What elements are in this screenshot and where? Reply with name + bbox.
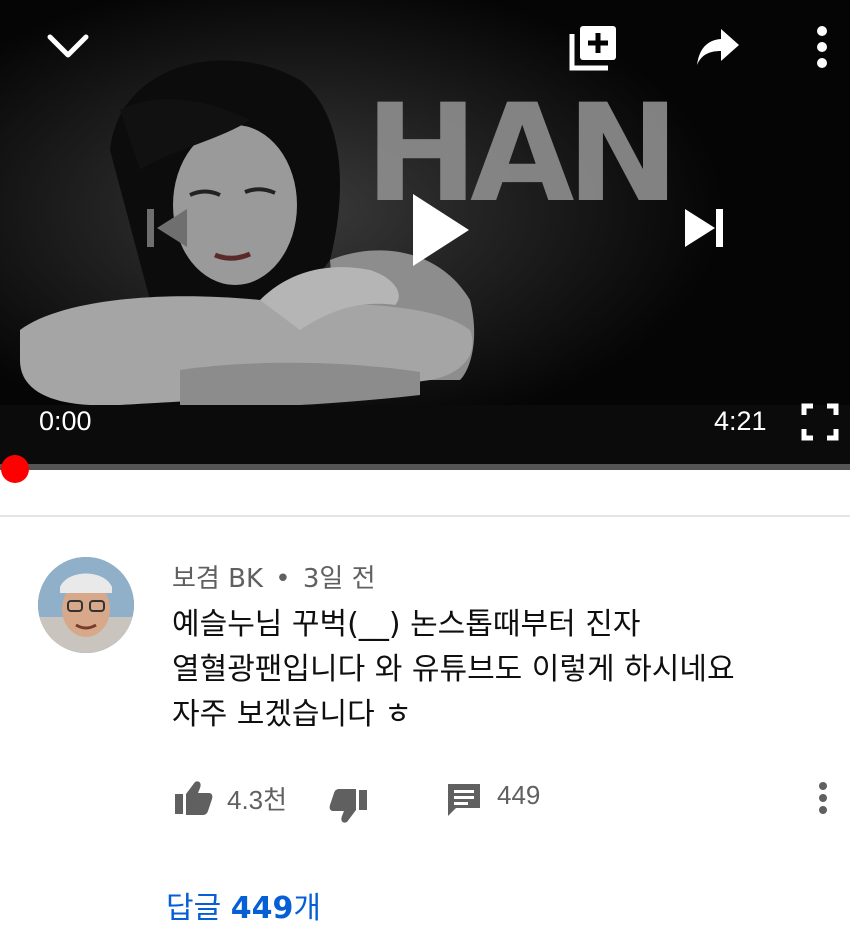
avatar[interactable] (38, 557, 134, 653)
thumbs-up-icon (175, 781, 213, 815)
comment-actions: 4.3천 449 (0, 768, 850, 828)
divider (0, 515, 850, 517)
reply-count: 449 (497, 780, 541, 810)
duration: 4:21 (714, 406, 767, 436)
comment-line: 자주 보겠습니다 ㅎ (172, 697, 412, 732)
thumbs-down-icon (329, 789, 367, 823)
next-button[interactable] (674, 200, 734, 256)
current-time: 0:00 (39, 406, 92, 436)
dislike-button[interactable] (326, 784, 372, 828)
replies-prefix: 답글 (166, 891, 231, 926)
comment-line: 열혈광팬입니다 와 유튜브도 이렇게 하시네요 (172, 652, 735, 687)
more-options-button[interactable] (806, 22, 838, 72)
view-replies-link[interactable]: 답글 449개 (166, 883, 321, 927)
like-count: 4.3천 (227, 785, 288, 815)
skip-previous-icon (147, 209, 187, 247)
play-icon (413, 194, 469, 266)
comment-meta: 보겸 BK • 3일 전 (172, 558, 376, 595)
progress-scrubber[interactable] (1, 455, 29, 483)
avatar-image (38, 557, 134, 653)
like-button[interactable] (170, 776, 216, 820)
add-to-playlist-button[interactable] (562, 22, 624, 74)
comment-age: 3일 전 (302, 564, 376, 594)
video-player[interactable]: HAN 0:00 4:21 (0, 0, 850, 466)
replies-suffix: 개 (293, 891, 321, 926)
chevron-down-icon (47, 34, 89, 58)
replies-count: 449 (230, 891, 294, 926)
more-vert-icon (817, 26, 827, 68)
share-icon (697, 29, 739, 65)
collapse-button[interactable] (40, 22, 96, 70)
meta-separator: • (275, 564, 291, 594)
play-button[interactable] (398, 184, 482, 276)
previous-button[interactable] (136, 200, 196, 256)
share-button[interactable] (690, 24, 746, 70)
comment-author[interactable]: 보겸 BK (172, 564, 263, 594)
reply-button[interactable] (442, 778, 486, 822)
comment-icon (448, 784, 480, 816)
comment-line: 예슬누님 꾸벅(__) 논스톱때부터 진자 (172, 607, 641, 642)
comment-more-button[interactable] (806, 776, 840, 820)
fullscreen-button[interactable] (798, 400, 842, 444)
fullscreen-icon (801, 403, 839, 441)
more-vert-icon (819, 782, 827, 814)
playlist-add-icon (569, 26, 616, 71)
progress-track[interactable] (0, 464, 850, 470)
skip-next-icon (685, 209, 723, 247)
comment-text: 예슬누님 꾸벅(__) 논스톱때부터 진자 열혈광팬입니다 와 유튜브도 이렇게… (172, 602, 812, 737)
